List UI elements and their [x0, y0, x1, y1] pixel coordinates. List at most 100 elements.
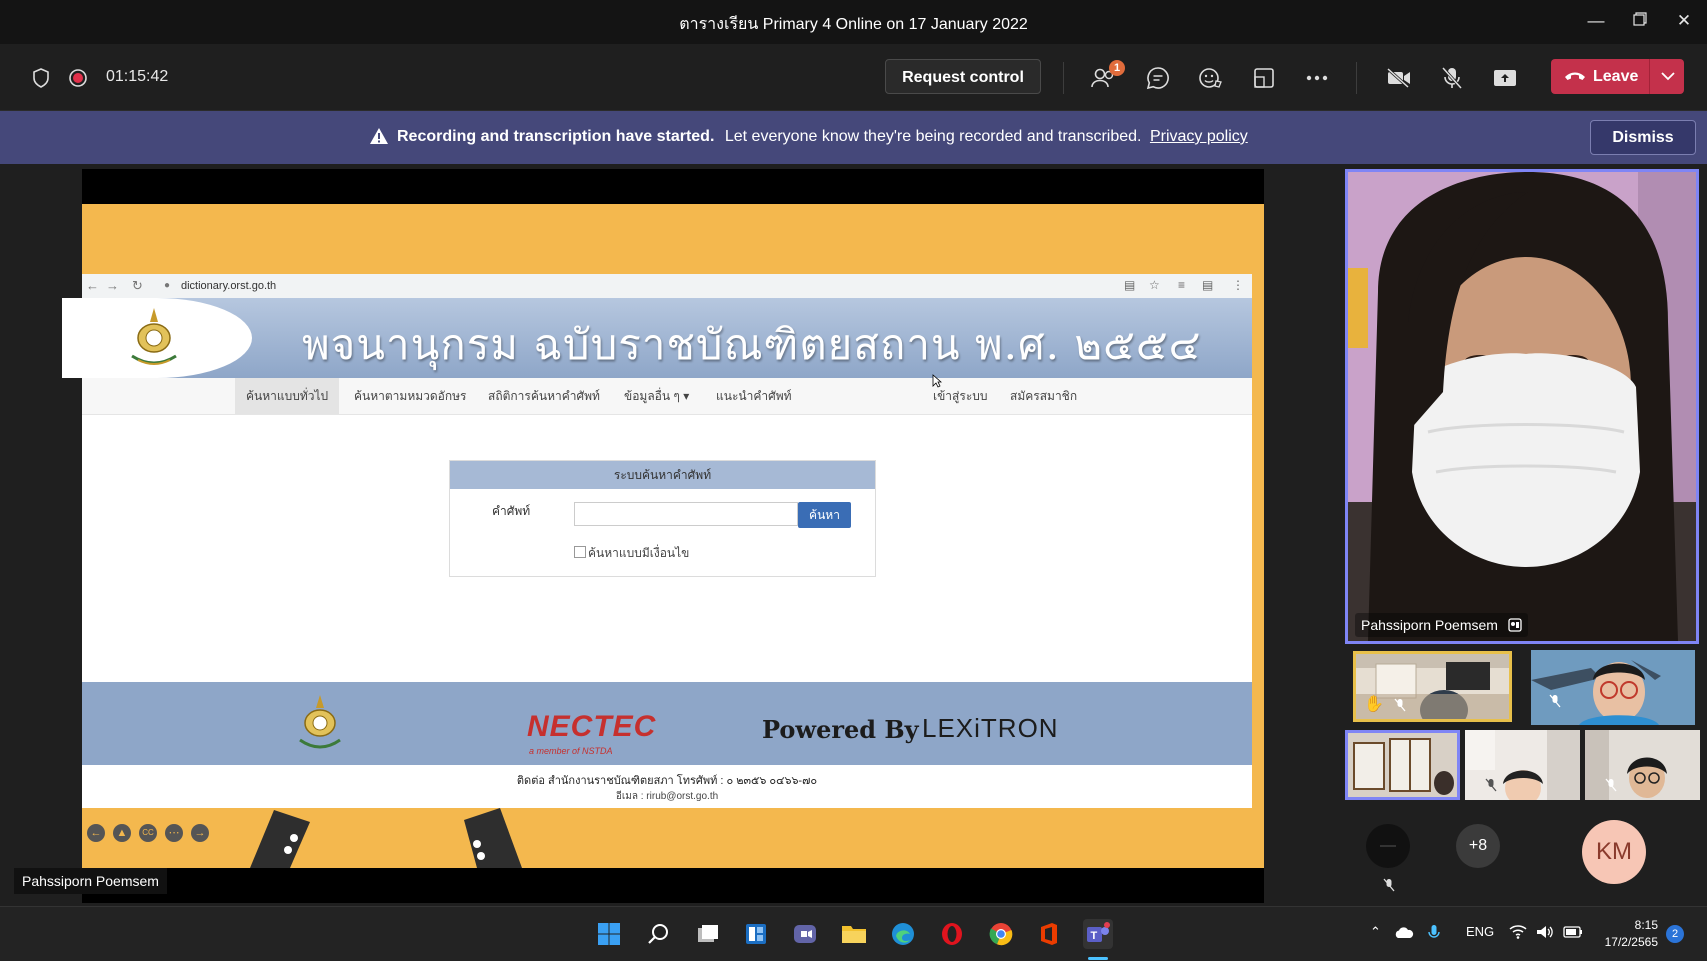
url-text[interactable]: dictionary.orst.go.th	[181, 280, 276, 292]
royal-institute-logo-icon	[299, 695, 341, 749]
participant-video	[1348, 733, 1457, 797]
request-control-button[interactable]: Request control	[885, 59, 1041, 94]
mic-off-icon	[1549, 694, 1561, 708]
task-view-icon[interactable]	[693, 919, 723, 949]
slide-more-icon[interactable]: ⋯	[165, 824, 183, 842]
reading-list-icon[interactable]: ≡	[1178, 278, 1185, 292]
system-clock[interactable]: 8:15 17/2/2565	[1598, 917, 1658, 951]
chrome-icon[interactable]	[986, 919, 1016, 949]
menu-item-register[interactable]: สมัครสมาชิก	[1010, 378, 1077, 414]
chat-icon[interactable]	[1144, 64, 1172, 92]
search-input[interactable]	[574, 502, 798, 526]
chevron-down-icon[interactable]	[1657, 65, 1679, 87]
menu-item-general-search[interactable]: ค้นหาแบบทั่วไป	[235, 378, 340, 414]
participant-tile[interactable]	[1531, 650, 1695, 725]
privacy-policy-link[interactable]: Privacy policy	[1150, 128, 1248, 145]
search-icon[interactable]	[643, 919, 673, 949]
participant-tile[interactable]	[1585, 730, 1700, 800]
mic-off-icon[interactable]	[1438, 64, 1466, 92]
search-button[interactable]: ค้นหา	[798, 502, 851, 528]
shield-icon[interactable]	[27, 64, 55, 92]
opera-icon[interactable]	[937, 919, 967, 949]
participants-badge: 1	[1109, 60, 1125, 76]
royal-institute-logo-icon	[131, 308, 177, 365]
reactions-icon[interactable]	[1197, 64, 1225, 92]
participant-video	[1531, 650, 1695, 725]
office-icon[interactable]	[1034, 919, 1064, 949]
share-screen-icon[interactable]	[1491, 64, 1519, 92]
mic-off-icon	[1383, 878, 1395, 892]
taskbar: T ⌃ ENG 8:15 17/2/2565 2	[0, 906, 1707, 961]
forward-icon[interactable]: →	[106, 278, 119, 293]
recording-banner: Recording and transcription have started…	[0, 111, 1707, 164]
edge-icon[interactable]	[888, 919, 918, 949]
rooms-icon[interactable]	[1250, 64, 1278, 92]
windows-start-icon[interactable]	[594, 919, 624, 949]
microphone-icon[interactable]	[1428, 924, 1440, 942]
shared-screen: ← → ↻ ● dictionary.orst.go.th ▤ ☆ ≡ ▤ ⋮	[62, 169, 1264, 903]
advanced-search-label: ค้นหาแบบมีเงื่อนไข	[588, 546, 690, 560]
menu-item-search-by-letter[interactable]: ค้นหาตามหมวดอักษร	[354, 378, 467, 414]
menu-dots-icon[interactable]: ⋮	[1232, 278, 1244, 292]
main-participant-name: Pahssiporn Poemsem	[1355, 613, 1528, 637]
participant-tile[interactable]	[1345, 730, 1460, 800]
main-video-tile[interactable]	[1345, 169, 1699, 644]
camera-off-icon[interactable]	[1385, 64, 1413, 92]
participant-video	[1348, 172, 1696, 641]
banner-text: Recording and transcription have started…	[397, 128, 1248, 146]
file-explorer-icon[interactable]	[839, 919, 869, 949]
clock-date: 17/2/2565	[1604, 935, 1658, 949]
address-bar: ← → ↻ ● dictionary.orst.go.th ▤ ☆ ≡ ▤ ⋮	[82, 274, 1252, 299]
onedrive-icon[interactable]	[1394, 927, 1414, 939]
language-indicator[interactable]: ENG	[1466, 924, 1494, 939]
more-participants-button[interactable]: +8	[1456, 824, 1500, 868]
pointer-icon[interactable]: ▲	[113, 824, 131, 842]
nectec-logo: NECTEC	[527, 710, 657, 743]
toolbar-divider	[1063, 62, 1064, 94]
contact-phone: ติดต่อ สำนักงานราชบัณฑิตยสภา โทรศัพท์ : …	[516, 775, 818, 787]
avatar[interactable]: KM	[1582, 820, 1646, 884]
menu-item-search-stats[interactable]: สถิติการค้นหาคำศัพท์	[488, 378, 600, 414]
leave-button[interactable]: Leave	[1551, 59, 1684, 94]
mic-off-icon	[1394, 698, 1406, 712]
mic-off-icon	[1605, 778, 1617, 792]
translate-icon[interactable]: ▤	[1124, 278, 1135, 292]
restore-icon[interactable]	[1620, 8, 1660, 34]
battery-icon[interactable]	[1563, 925, 1583, 939]
close-icon[interactable]: ✕	[1664, 8, 1704, 34]
star-icon[interactable]: ☆	[1149, 278, 1160, 292]
menu-item-suggest-word[interactable]: แนะนำคำศัพท์	[716, 378, 792, 414]
back-icon[interactable]: ←	[86, 278, 99, 293]
svg-text:T: T	[1091, 930, 1098, 942]
nectec-subtitle: a member of NSTDA	[529, 746, 613, 756]
avatar[interactable]	[1366, 824, 1410, 868]
contact-email: อีเมล : rirub@orst.go.th	[615, 791, 719, 802]
search-panel: ระบบค้นหาคำศัพท์ คำศัพท์ ค้นหา ค้นหาแบบม…	[449, 460, 876, 577]
chevron-up-icon[interactable]: ⌃	[1370, 924, 1381, 940]
minimize-icon[interactable]: —	[1576, 8, 1616, 34]
menu-item-other-info[interactable]: ข้อมูลอื่น ๆ ▾	[624, 378, 689, 414]
dismiss-button[interactable]: Dismiss	[1590, 120, 1696, 155]
teams-icon[interactable]: T	[1083, 919, 1113, 949]
presenter-icon	[1508, 618, 1522, 632]
reload-icon[interactable]: ↻	[132, 278, 143, 294]
phone-hangup-icon	[1565, 72, 1585, 80]
previous-slide-icon[interactable]: ←	[87, 824, 105, 842]
volume-icon[interactable]	[1536, 925, 1554, 939]
notification-badge[interactable]: 2	[1666, 925, 1684, 943]
teams-chat-icon[interactable]	[790, 919, 820, 949]
leave-label: Leave	[1593, 68, 1639, 85]
next-slide-icon[interactable]: →	[191, 824, 209, 842]
site-footer-banner: NECTEC a member of NSTDA Powered By LEXi…	[82, 682, 1252, 765]
meeting-timer: 01:15:42	[106, 68, 169, 85]
wifi-icon[interactable]	[1509, 925, 1527, 939]
powered-by-text: Powered By	[762, 715, 919, 744]
captions-icon[interactable]: CC	[139, 824, 157, 842]
participant-tile[interactable]: ✋	[1353, 651, 1512, 722]
widgets-icon[interactable]	[741, 919, 771, 949]
window-title: ตารางเรียน Primary 4 Online on 17 Januar…	[679, 16, 1028, 33]
participant-tile[interactable]	[1465, 730, 1580, 800]
advanced-search-checkbox[interactable]	[574, 546, 586, 558]
more-icon[interactable]	[1303, 64, 1331, 92]
extensions-icon[interactable]: ▤	[1202, 278, 1213, 292]
